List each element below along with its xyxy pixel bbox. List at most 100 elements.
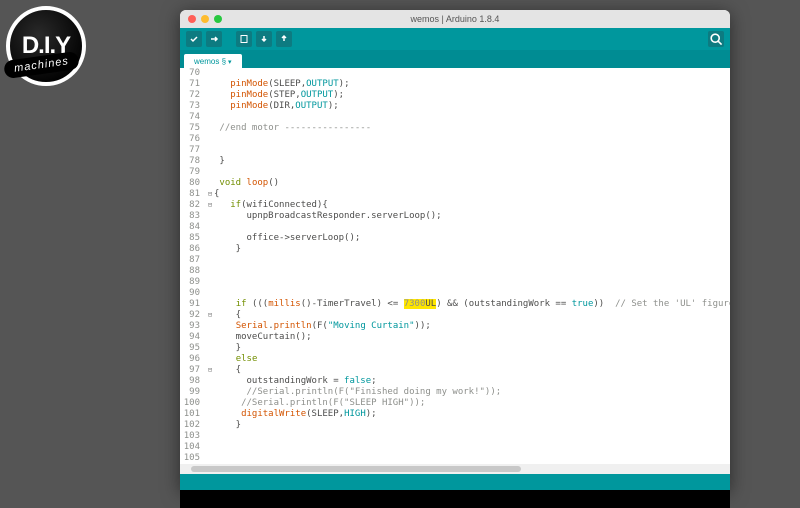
window-title: wemos | Arduino 1.8.4 <box>180 14 730 24</box>
fold-gutter <box>206 277 214 288</box>
code-text[interactable] <box>214 68 730 79</box>
code-line[interactable]: 93 Serial.println(F("Moving Curtain")); <box>180 321 730 332</box>
verify-button[interactable] <box>186 31 202 47</box>
code-line[interactable]: 80 void loop() <box>180 178 730 189</box>
new-button[interactable] <box>236 31 252 47</box>
code-line[interactable]: 89 <box>180 277 730 288</box>
code-text[interactable]: } <box>214 244 730 255</box>
code-editor[interactable]: 7071 pinMode(SLEEP,OUTPUT);72 pinMode(ST… <box>180 68 730 464</box>
line-number: 81 <box>180 189 206 200</box>
code-line[interactable]: 94 moveCurtain(); <box>180 332 730 343</box>
code-line[interactable]: 104 <box>180 442 730 453</box>
code-text[interactable]: void loop() <box>214 178 730 189</box>
code-text[interactable]: { <box>214 365 730 376</box>
code-text[interactable]: pinMode(SLEEP,OUTPUT); <box>214 79 730 90</box>
code-line[interactable]: 71 pinMode(SLEEP,OUTPUT); <box>180 79 730 90</box>
fold-gutter[interactable]: ⊟ <box>206 189 214 200</box>
tab-menu-icon[interactable]: ▾ <box>228 59 232 66</box>
code-line[interactable]: 96 else <box>180 354 730 365</box>
code-text[interactable]: //Serial.println(F("SLEEP HIGH")); <box>214 398 730 409</box>
code-line[interactable]: 99 //Serial.println(F("Finished doing my… <box>180 387 730 398</box>
code-text[interactable] <box>214 453 730 464</box>
code-line[interactable]: 78 } <box>180 156 730 167</box>
code-line[interactable]: 90 <box>180 288 730 299</box>
code-text[interactable]: //Serial.println(F("Finished doing my wo… <box>214 387 730 398</box>
line-number: 75 <box>180 123 206 134</box>
code-text[interactable]: } <box>214 420 730 431</box>
horizontal-scrollbar[interactable] <box>180 464 730 474</box>
code-text[interactable] <box>214 288 730 299</box>
code-text[interactable]: digitalWrite(SLEEP,HIGH); <box>214 409 730 420</box>
code-line[interactable]: 83 upnpBroadcastResponder.serverLoop(); <box>180 211 730 222</box>
code-line[interactable]: 98 outstandingWork = false; <box>180 376 730 387</box>
code-text[interactable]: upnpBroadcastResponder.serverLoop(); <box>214 211 730 222</box>
code-text[interactable]: //end motor ---------------- <box>214 123 730 134</box>
fold-gutter[interactable]: ⊟ <box>206 365 214 376</box>
code-text[interactable] <box>214 167 730 178</box>
code-line[interactable]: 92⊟ { <box>180 310 730 321</box>
close-button[interactable] <box>188 15 196 23</box>
code-text[interactable]: pinMode(DIR,OUTPUT); <box>214 101 730 112</box>
scrollbar-thumb[interactable] <box>191 466 521 472</box>
code-line[interactable]: 81⊟{ <box>180 189 730 200</box>
fold-gutter[interactable]: ⊟ <box>206 310 214 321</box>
code-line[interactable]: 70 <box>180 68 730 79</box>
fold-gutter[interactable]: ⊟ <box>206 200 214 211</box>
code-line[interactable]: 77 <box>180 145 730 156</box>
code-line[interactable]: 73 pinMode(DIR,OUTPUT); <box>180 101 730 112</box>
code-line[interactable]: 84 <box>180 222 730 233</box>
code-text[interactable]: outstandingWork = false; <box>214 376 730 387</box>
line-number: 74 <box>180 112 206 123</box>
code-line[interactable]: 82⊟ if(wifiConnected){ <box>180 200 730 211</box>
line-number: 85 <box>180 233 206 244</box>
code-text[interactable] <box>214 442 730 453</box>
code-text[interactable] <box>214 266 730 277</box>
code-text[interactable]: { <box>214 189 730 200</box>
code-line[interactable]: 79 <box>180 167 730 178</box>
code-text[interactable]: Serial.println(F("Moving Curtain")); <box>214 321 730 332</box>
code-line[interactable]: 85 office->serverLoop(); <box>180 233 730 244</box>
code-line[interactable]: 102 } <box>180 420 730 431</box>
tab-wemos[interactable]: wemos §▾ <box>184 54 242 68</box>
code-text[interactable]: moveCurtain(); <box>214 332 730 343</box>
code-line[interactable]: 97⊟ { <box>180 365 730 376</box>
upload-button[interactable] <box>206 31 222 47</box>
code-text[interactable]: pinMode(STEP,OUTPUT); <box>214 90 730 101</box>
line-number: 70 <box>180 68 206 79</box>
code-line[interactable]: 95 } <box>180 343 730 354</box>
code-text[interactable] <box>214 222 730 233</box>
fold-gutter <box>206 431 214 442</box>
code-text[interactable]: } <box>214 156 730 167</box>
code-line[interactable]: 105 <box>180 453 730 464</box>
code-line[interactable]: 91 if (((millis()-TimerTravel) <= 7300UL… <box>180 299 730 310</box>
code-line[interactable]: 72 pinMode(STEP,OUTPUT); <box>180 90 730 101</box>
code-text[interactable]: else <box>214 354 730 365</box>
code-line[interactable]: 86 } <box>180 244 730 255</box>
code-text[interactable] <box>214 277 730 288</box>
code-text[interactable]: office->serverLoop(); <box>214 233 730 244</box>
code-line[interactable]: 74 <box>180 112 730 123</box>
code-text[interactable] <box>214 134 730 145</box>
code-text[interactable] <box>214 255 730 266</box>
serial-monitor-button[interactable] <box>708 31 724 47</box>
code-line[interactable]: 76 <box>180 134 730 145</box>
code-line[interactable]: 87 <box>180 255 730 266</box>
zoom-button[interactable] <box>214 15 222 23</box>
open-button[interactable] <box>256 31 272 47</box>
code-line[interactable]: 100 //Serial.println(F("SLEEP HIGH")); <box>180 398 730 409</box>
line-number: 91 <box>180 299 206 310</box>
save-button[interactable] <box>276 31 292 47</box>
code-line[interactable]: 103 <box>180 431 730 442</box>
code-text[interactable]: if (((millis()-TimerTravel) <= 7300UL) &… <box>214 299 730 310</box>
code-line[interactable]: 101 digitalWrite(SLEEP,HIGH); <box>180 409 730 420</box>
minimize-button[interactable] <box>201 15 209 23</box>
code-text[interactable] <box>214 145 730 156</box>
code-text[interactable] <box>214 431 730 442</box>
code-text[interactable]: } <box>214 343 730 354</box>
code-line[interactable]: 88 <box>180 266 730 277</box>
code-text[interactable]: { <box>214 310 730 321</box>
line-number: 95 <box>180 343 206 354</box>
code-text[interactable]: if(wifiConnected){ <box>214 200 730 211</box>
code-line[interactable]: 75 //end motor ---------------- <box>180 123 730 134</box>
code-text[interactable] <box>214 112 730 123</box>
